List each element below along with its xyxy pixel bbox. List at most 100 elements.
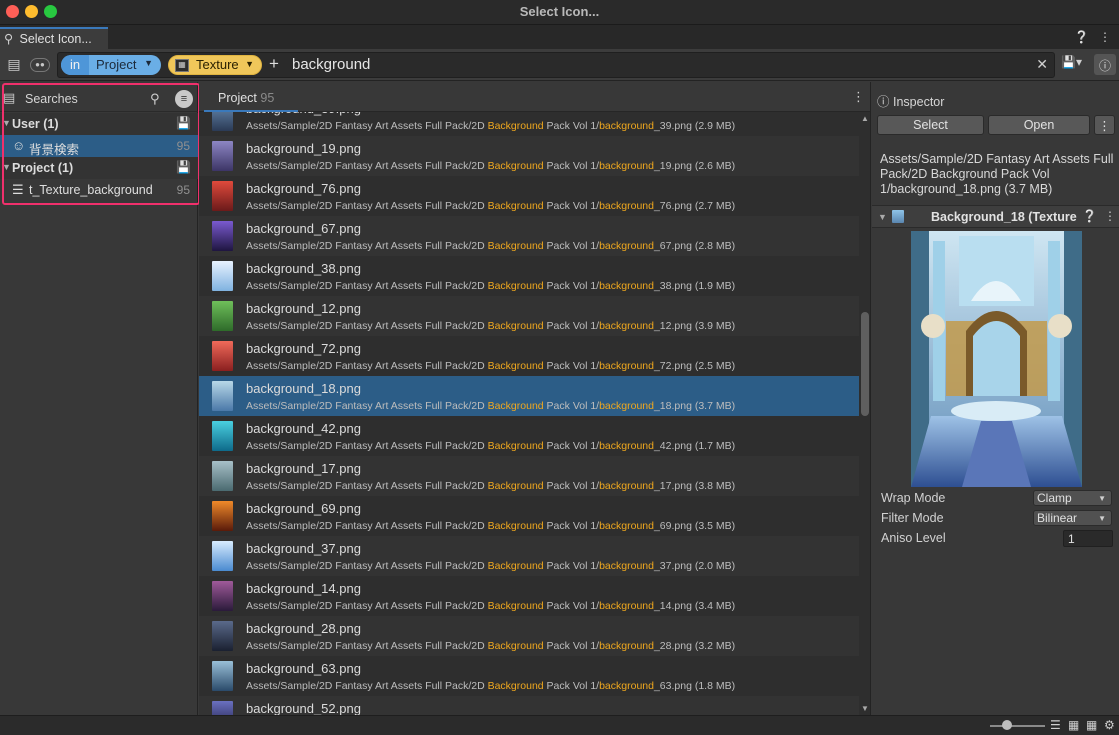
more-menu-icon[interactable]: ⋮ (1104, 209, 1116, 223)
path-match-highlight: Background (487, 520, 544, 532)
tab-project[interactable]: Project 95 (204, 82, 298, 112)
item-size-slider-handle[interactable] (1002, 720, 1012, 730)
thumbnail-image (212, 661, 233, 691)
help-icon[interactable]: ❔ (1082, 209, 1097, 223)
search-query-text[interactable]: background (292, 56, 370, 73)
list-view-icon[interactable]: ☰ (1050, 718, 1061, 732)
path-suffix: _14.png (3.4 MB) (653, 600, 736, 612)
result-row[interactable]: background_18.png Assets/Sample/2D Fantas… (199, 376, 859, 416)
path-middle: Pack Vol 1/ (543, 640, 600, 652)
result-row[interactable]: background_19.png Assets/Sample/2D Fantas… (199, 136, 859, 176)
inspector-toggle-icon[interactable]: ⓘ (1094, 54, 1116, 75)
settings-gear-icon[interactable]: ⚙ (1104, 718, 1115, 732)
thumbnail-image (212, 341, 233, 371)
path-match-highlight: background (599, 560, 654, 572)
filter-chip-value: Texture (196, 57, 239, 72)
result-row[interactable]: background_28.png Assets/Sample/2D Fantas… (199, 616, 859, 656)
path-suffix: _38.png (1.9 MB) (653, 280, 736, 292)
path-match-highlight: Background (487, 560, 544, 572)
path-middle: Pack Vol 1/ (543, 560, 600, 572)
filter-chip-texture[interactable]: ▦ Texture ▼ (168, 55, 262, 75)
path-match-highlight: background (599, 160, 654, 172)
saved-search-item[interactable]: ☰ t_Texture_background 95 (0, 179, 198, 201)
save-icon[interactable]: 💾 (176, 160, 191, 174)
file-name: background_67.png (246, 221, 361, 236)
asset-path: Assets/Sample/2D Fantasy Art Assets Full… (880, 152, 1114, 196)
filter-icon[interactable]: ≡ (175, 90, 193, 108)
save-icon[interactable]: 💾 (176, 116, 191, 130)
file-path: Assets/Sample/2D Fantasy Art Assets Full… (246, 680, 735, 692)
scroll-up-icon[interactable]: ▲ (861, 114, 869, 123)
result-row[interactable]: background_37.png Assets/Sample/2D Fantas… (199, 536, 859, 576)
filter-chip-in-project[interactable]: in Project ▼ (61, 55, 161, 75)
chevron-down-icon: ▼ (245, 59, 254, 69)
query-builder-toggle-icon[interactable]: ●● (30, 58, 50, 72)
path-prefix: Assets/Sample/2D Fantasy Art Assets Full… (246, 680, 488, 692)
add-filter-icon[interactable]: + (269, 54, 279, 74)
user-smiley-icon: ☺ (12, 138, 26, 153)
path-match-highlight: Background (487, 400, 544, 412)
path-middle: Pack Vol 1/ (543, 240, 600, 252)
more-menu-icon[interactable]: ⋮ (1099, 30, 1111, 44)
path-middle: Pack Vol 1/ (543, 520, 600, 532)
filter-chip-key: in (61, 55, 89, 75)
results-scrollbar[interactable]: ▲ ▼ (859, 112, 870, 715)
file-path: Assets/Sample/2D Fantasy Art Assets Full… (246, 160, 735, 172)
asset-header[interactable]: ▼ Background_18 (Texture ❔ ⋮ (872, 206, 1119, 228)
group-user[interactable]: ▼ User (1) 💾 (0, 113, 198, 135)
more-menu-icon[interactable]: ⋮ (1094, 115, 1115, 135)
compact-grid-icon[interactable]: ▦ (1068, 718, 1079, 732)
path-match-highlight: Background (487, 480, 544, 492)
info-icon: ⓘ (877, 95, 890, 109)
path-match-highlight: background (599, 440, 654, 452)
result-row[interactable]: background_69.png Assets/Sample/2D Fantas… (199, 496, 859, 536)
saved-search-item[interactable]: ☺ 背景検索 95 (0, 135, 198, 157)
grid-view-icon[interactable]: ▦ (1086, 718, 1097, 732)
thumbnail-image (212, 381, 233, 411)
result-row[interactable]: background_38.png Assets/Sample/2D Fantas… (199, 256, 859, 296)
item-size-slider[interactable] (990, 725, 1045, 727)
inspector-title-label: Inspector (893, 95, 945, 109)
path-match-highlight: background (599, 200, 654, 212)
clear-search-icon[interactable]: ✕ (1036, 56, 1048, 73)
more-menu-icon[interactable]: ⋮ (852, 89, 865, 105)
result-row[interactable]: background_72.png Assets/Sample/2D Fantas… (199, 336, 859, 376)
saved-searches-header: ▤ Searches ⚲ ≡ (0, 86, 198, 112)
help-icon[interactable]: ❔ (1074, 30, 1089, 44)
result-row[interactable]: background_76.png Assets/Sample/2D Fantas… (199, 176, 859, 216)
thumbnail-image (212, 221, 233, 251)
path-match-highlight: background (599, 280, 654, 292)
path-match-highlight: Background (487, 200, 544, 212)
tab-select-icon[interactable]: ⚲ Select Icon... (0, 27, 108, 49)
saved-search-label: 背景検索 (29, 143, 80, 157)
scrollbar-thumb[interactable] (861, 312, 869, 416)
result-row[interactable]: background_52.pngAssets/Sample/2D Fantas… (199, 696, 859, 715)
result-row[interactable]: background_42.png Assets/Sample/2D Fantas… (199, 416, 859, 456)
result-row[interactable]: background_63.png Assets/Sample/2D Fantas… (199, 656, 859, 696)
save-search-menu-icon[interactable]: 💾▾ (1061, 55, 1089, 75)
result-row[interactable]: background_14.png Assets/Sample/2D Fantas… (199, 576, 859, 616)
search-icon[interactable]: ⚲ (150, 91, 160, 107)
file-name: background_38.png (246, 261, 361, 276)
filter-mode-dropdown[interactable]: Bilinear ▼ (1033, 510, 1112, 526)
select-button[interactable]: Select (877, 115, 984, 135)
path-middle: Pack Vol 1/ (543, 280, 600, 292)
wrap-mode-dropdown[interactable]: Clamp ▼ (1033, 490, 1112, 506)
saved-searches-toggle-icon[interactable]: ▤ (4, 56, 24, 74)
path-match-highlight: Background (487, 120, 544, 132)
result-row[interactable]: background_12.png Assets/Sample/2D Fantas… (199, 296, 859, 336)
path-suffix: _69.png (3.5 MB) (653, 520, 736, 532)
scroll-down-icon[interactable]: ▼ (861, 704, 869, 713)
open-button[interactable]: Open (988, 115, 1090, 135)
thumbnail-image (212, 501, 233, 531)
group-project[interactable]: ▼ Project (1) 💾 (0, 157, 198, 179)
thumbnail-image (212, 301, 233, 331)
results-panel: background_39.pngAssets/Sample/2D Fantas… (199, 82, 871, 715)
search-field[interactable]: in Project ▼ ▦ Texture ▼ + background ✕ (57, 52, 1055, 78)
aniso-level-field[interactable]: 1 (1063, 530, 1113, 547)
file-name: background_72.png (246, 341, 361, 356)
thumbnail-image (212, 581, 233, 611)
result-row[interactable]: background_17.png Assets/Sample/2D Fantas… (199, 456, 859, 496)
wrap-mode-value: Clamp (1037, 491, 1072, 505)
result-row[interactable]: background_67.png Assets/Sample/2D Fantas… (199, 216, 859, 256)
